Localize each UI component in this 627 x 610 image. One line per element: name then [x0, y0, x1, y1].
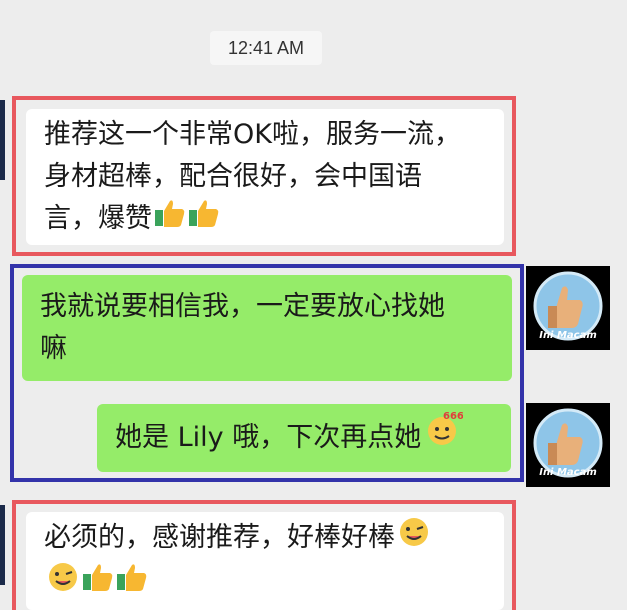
- timestamp: 12:41 AM: [210, 31, 322, 65]
- message-bubble-2[interactable]: 我就说要相信我，一定要放心找她 嘛: [22, 275, 512, 381]
- message-line: [44, 561, 486, 606]
- thumbs-up-icon: [116, 562, 148, 605]
- avatar-label: Ini Macam: [539, 330, 597, 341]
- message-bubble-3[interactable]: 她是 Lily 哦，下次再点她 666: [97, 404, 511, 472]
- message-line: 言，爆赞: [44, 198, 486, 241]
- thumbs-up-icon: [154, 198, 186, 241]
- message-bubble-1[interactable]: 推荐这一个非常OK啦，服务一流， 身材超棒，配合很好，会中国语 言，爆赞: [26, 109, 504, 245]
- avatar-label: Ini Macam: [539, 467, 597, 478]
- avatar[interactable]: Ini Macam: [526, 403, 610, 487]
- thumbs-up-icon: [188, 198, 220, 241]
- message-line: 身材超棒，配合很好，会中国语: [44, 161, 422, 192]
- message-text: 她是 Lily 哦，下次再点她: [115, 422, 422, 453]
- thumbs-up-icon: [82, 562, 114, 605]
- message-line: 我就说要相信我，一定要放心找她: [40, 291, 445, 322]
- wink-tongue-icon: [46, 561, 80, 606]
- svg-text:666: 666: [443, 411, 463, 422]
- message-text: 言，爆赞: [44, 203, 152, 234]
- 666-face-icon: 666: [423, 405, 464, 473]
- message-bubble-4[interactable]: 必须的，感谢推荐，好棒好棒: [26, 512, 504, 610]
- wink-tongue-icon: [397, 516, 431, 561]
- message-line: 嘛: [40, 333, 67, 364]
- message-line: 必须的，感谢推荐，好棒好棒: [44, 516, 486, 561]
- message-line: 推荐这一个非常OK啦，服务一流，: [44, 119, 461, 150]
- edge-avatar-fragment: [0, 100, 5, 180]
- message-text: 必须的，感谢推荐，好棒好棒: [44, 522, 395, 553]
- avatar[interactable]: Ini Macam: [526, 266, 610, 350]
- edge-avatar-fragment: [0, 505, 5, 585]
